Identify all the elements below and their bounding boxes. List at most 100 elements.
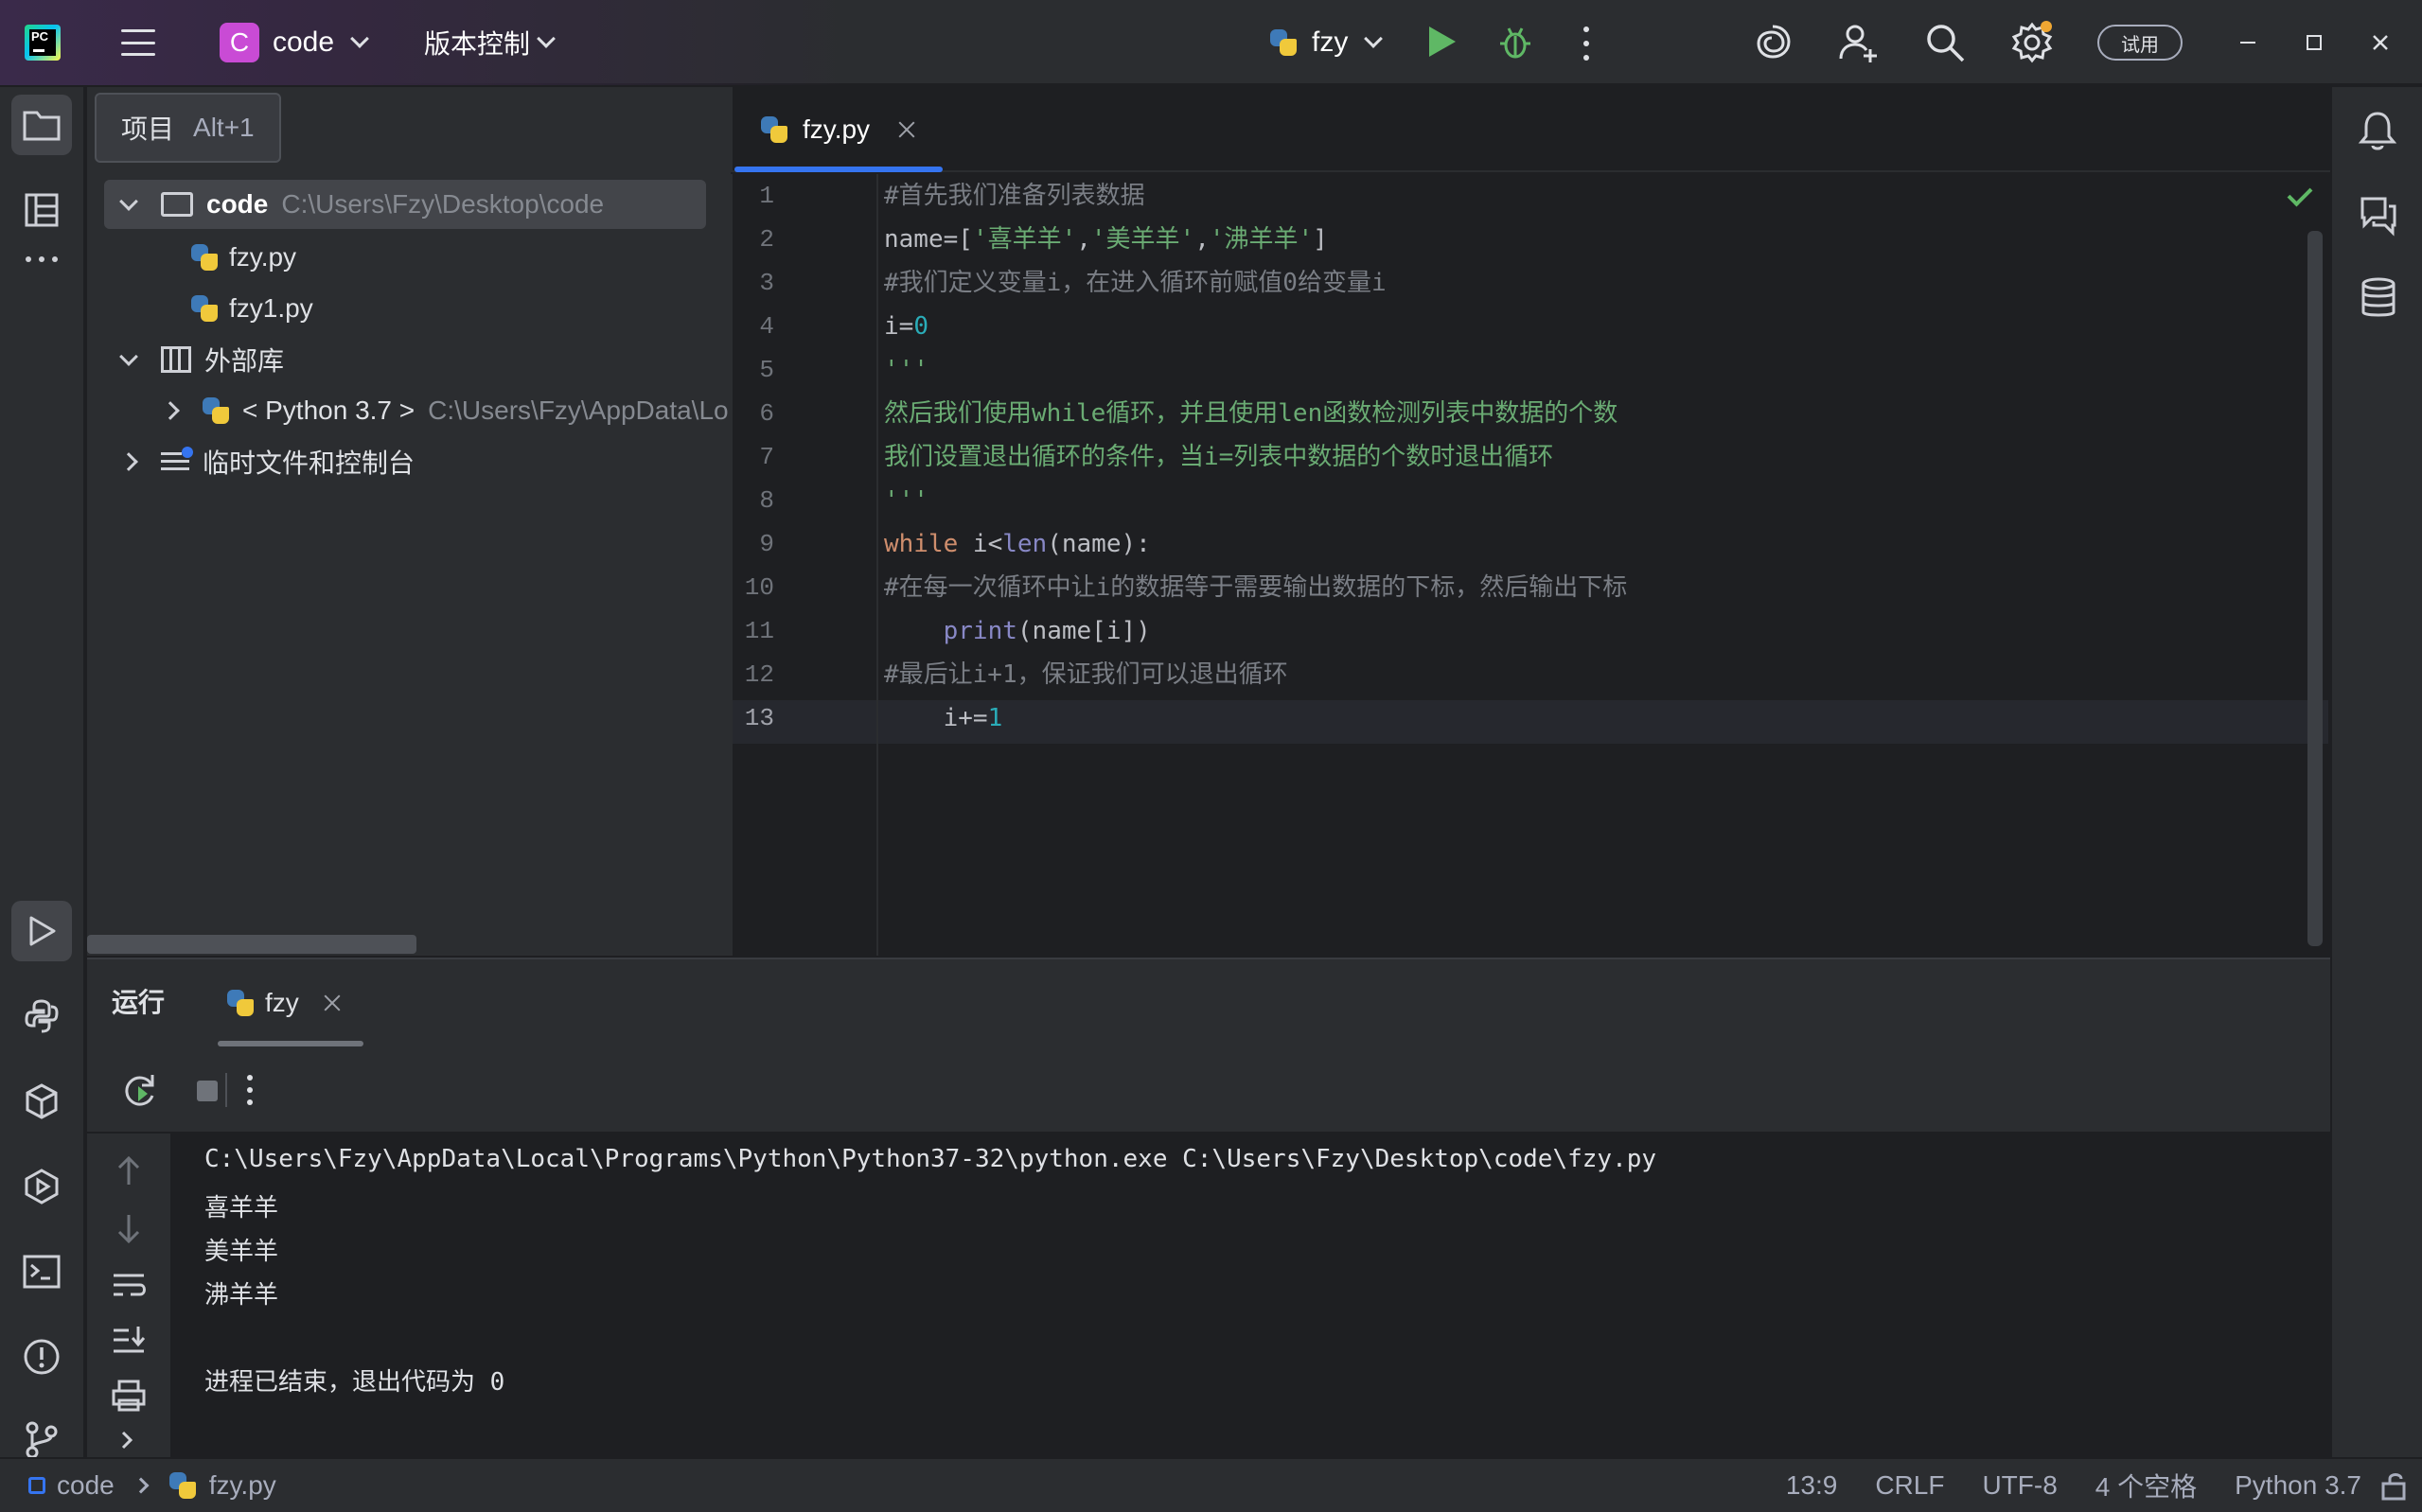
project-switcher[interactable]: C code [220, 0, 369, 85]
tree-item-scratches[interactable]: 临时文件和控制台 [87, 437, 731, 486]
chevron-right-icon[interactable] [119, 452, 138, 471]
more-horizontal-icon [26, 256, 58, 262]
python-interpreter[interactable]: Python 3.7 [2235, 1470, 2361, 1501]
tooltip-label: 项目 [121, 114, 175, 144]
library-icon [161, 346, 191, 373]
more-actions-icon[interactable] [1582, 26, 1590, 61]
scratches-icon [161, 447, 193, 475]
code-line: #首先我们准备列表数据 [884, 182, 1145, 210]
line-number: 12 [744, 660, 774, 689]
python-icon [1268, 27, 1299, 58]
chevron-down-icon[interactable] [119, 192, 138, 211]
chevron-down-icon[interactable] [119, 347, 138, 366]
chevron-right-icon[interactable] [115, 1427, 138, 1453]
run-tab-fzy[interactable]: fzy [218, 959, 363, 1046]
run-header: 运行 fzy [87, 959, 2330, 1046]
run-configuration-selector[interactable]: fzy [1268, 0, 1384, 85]
problems-button[interactable] [11, 1327, 72, 1387]
terminal-button[interactable] [11, 1241, 72, 1302]
hamburger-icon [121, 29, 155, 56]
line-number: 2 [759, 225, 774, 254]
minimize-icon[interactable] [2226, 21, 2270, 64]
lock-icon[interactable] [2380, 1470, 2409, 1501]
line-separator[interactable]: CRLF [1875, 1470, 1944, 1501]
project-horizontal-scrollbar[interactable] [87, 935, 416, 954]
code-line: while i<len(name): [884, 530, 1151, 558]
arrow-down-icon[interactable] [110, 1211, 148, 1245]
stop-icon[interactable] [197, 1081, 218, 1101]
code-editor[interactable]: 1 2 3 4 5 6 7 8 9 10 11 12 13 #首先我们准备列表数… [731, 174, 2330, 956]
breadcrumb-project[interactable]: code [57, 1470, 115, 1501]
run-toolbar [87, 1046, 2330, 1134]
right-tool-window-bar [2330, 87, 2422, 1457]
run-icon[interactable] [1429, 26, 1456, 57]
tab-label: fzy.py [803, 114, 871, 144]
vcs-menu[interactable]: 版本控制 [424, 0, 556, 85]
line-number: 7 [759, 443, 774, 471]
tree-item-file[interactable]: fzy1.py [87, 284, 731, 333]
soft-wrap-icon[interactable] [110, 1268, 148, 1302]
pycharm-logo-icon[interactable]: PC [25, 25, 61, 61]
file-name: fzy.py [229, 242, 297, 272]
terminal-icon [23, 1255, 61, 1289]
arrow-up-icon[interactable] [110, 1154, 148, 1188]
file-encoding[interactable]: UTF-8 [1982, 1470, 2057, 1501]
title-bar: PC C code 版本控制 fzy 试用 [0, 0, 2422, 85]
scratches-label: 临时文件和控制台 [203, 448, 415, 478]
external-libs-label: 外部库 [204, 346, 285, 376]
code-line: #我们定义变量i，在进入循环前赋值0给变量i [884, 269, 1387, 297]
tree-item-python-sdk[interactable]: < Python 3.7 > C:\Users\Fzy\AppData\Lo [87, 386, 731, 435]
code-line: print(name[i]) [943, 617, 1151, 645]
main-menu-button[interactable] [121, 0, 159, 85]
project-badge: C [220, 23, 259, 62]
line-number: 9 [759, 530, 774, 558]
editor-tab-bar: fzy.py [731, 87, 2330, 172]
console-line: C:\Users\Fzy\AppData\Local\Programs\Pyth… [204, 1145, 1657, 1173]
python-console-button[interactable] [11, 986, 72, 1046]
database-icon[interactable] [2359, 276, 2398, 320]
tree-item-root[interactable]: code C:\Users\Fzy\Desktop\code [104, 180, 706, 229]
indent-setting[interactable]: 4 个空格 [2095, 1467, 2197, 1504]
chevron-right-icon[interactable] [161, 401, 180, 420]
scroll-to-end-icon[interactable] [110, 1323, 148, 1357]
run-tool-button[interactable] [11, 901, 72, 961]
run-config-name: fzy [1312, 26, 1349, 58]
add-user-icon[interactable] [1836, 21, 1880, 64]
project-name: code [273, 26, 335, 58]
settings-gear-icon[interactable] [2010, 21, 2054, 64]
close-window-icon[interactable] [2359, 21, 2402, 64]
tree-item-external-libraries[interactable]: 外部库 [87, 335, 731, 384]
line-number: 1 [759, 182, 774, 210]
close-run-tab-icon[interactable] [324, 994, 341, 1011]
more-actions-icon[interactable] [246, 1075, 254, 1105]
project-tool-button[interactable] [11, 95, 72, 155]
code-line: i+=1 [884, 704, 1003, 732]
more-tools-button[interactable] [11, 229, 72, 290]
tree-item-file[interactable]: fzy.py [87, 233, 731, 282]
folder-icon [161, 192, 193, 217]
editor-tab-fzy-py[interactable]: fzy.py [734, 87, 943, 172]
ai-assistant-icon[interactable] [1751, 21, 1794, 64]
debug-icon[interactable] [1497, 25, 1533, 61]
python-icon [225, 988, 256, 1018]
maximize-icon[interactable] [2292, 21, 2336, 64]
breadcrumb-file[interactable]: fzy.py [209, 1470, 276, 1501]
structure-icon [25, 193, 59, 227]
file-name: fzy1.py [229, 293, 313, 323]
line-number: 6 [759, 399, 774, 428]
close-tab-icon[interactable] [898, 121, 915, 138]
python-packages-button[interactable] [11, 1071, 72, 1132]
search-icon[interactable] [1923, 21, 1967, 64]
ai-chat-icon[interactable] [2355, 193, 2400, 237]
notifications-bell-icon[interactable] [2357, 110, 2398, 153]
python-sdk-icon [201, 396, 231, 426]
services-button[interactable] [11, 1156, 72, 1217]
line-number: 8 [759, 486, 774, 515]
python-sdk-label: < Python 3.7 > [242, 396, 415, 425]
editor-vertical-scrollbar[interactable] [2307, 231, 2323, 946]
project-tooltip: 项目 Alt+1 [95, 93, 281, 163]
print-icon[interactable] [110, 1378, 148, 1414]
trial-button[interactable]: 试用 [2097, 25, 2183, 61]
rerun-icon[interactable] [121, 1071, 159, 1109]
caret-position[interactable]: 13:9 [1786, 1470, 1838, 1501]
